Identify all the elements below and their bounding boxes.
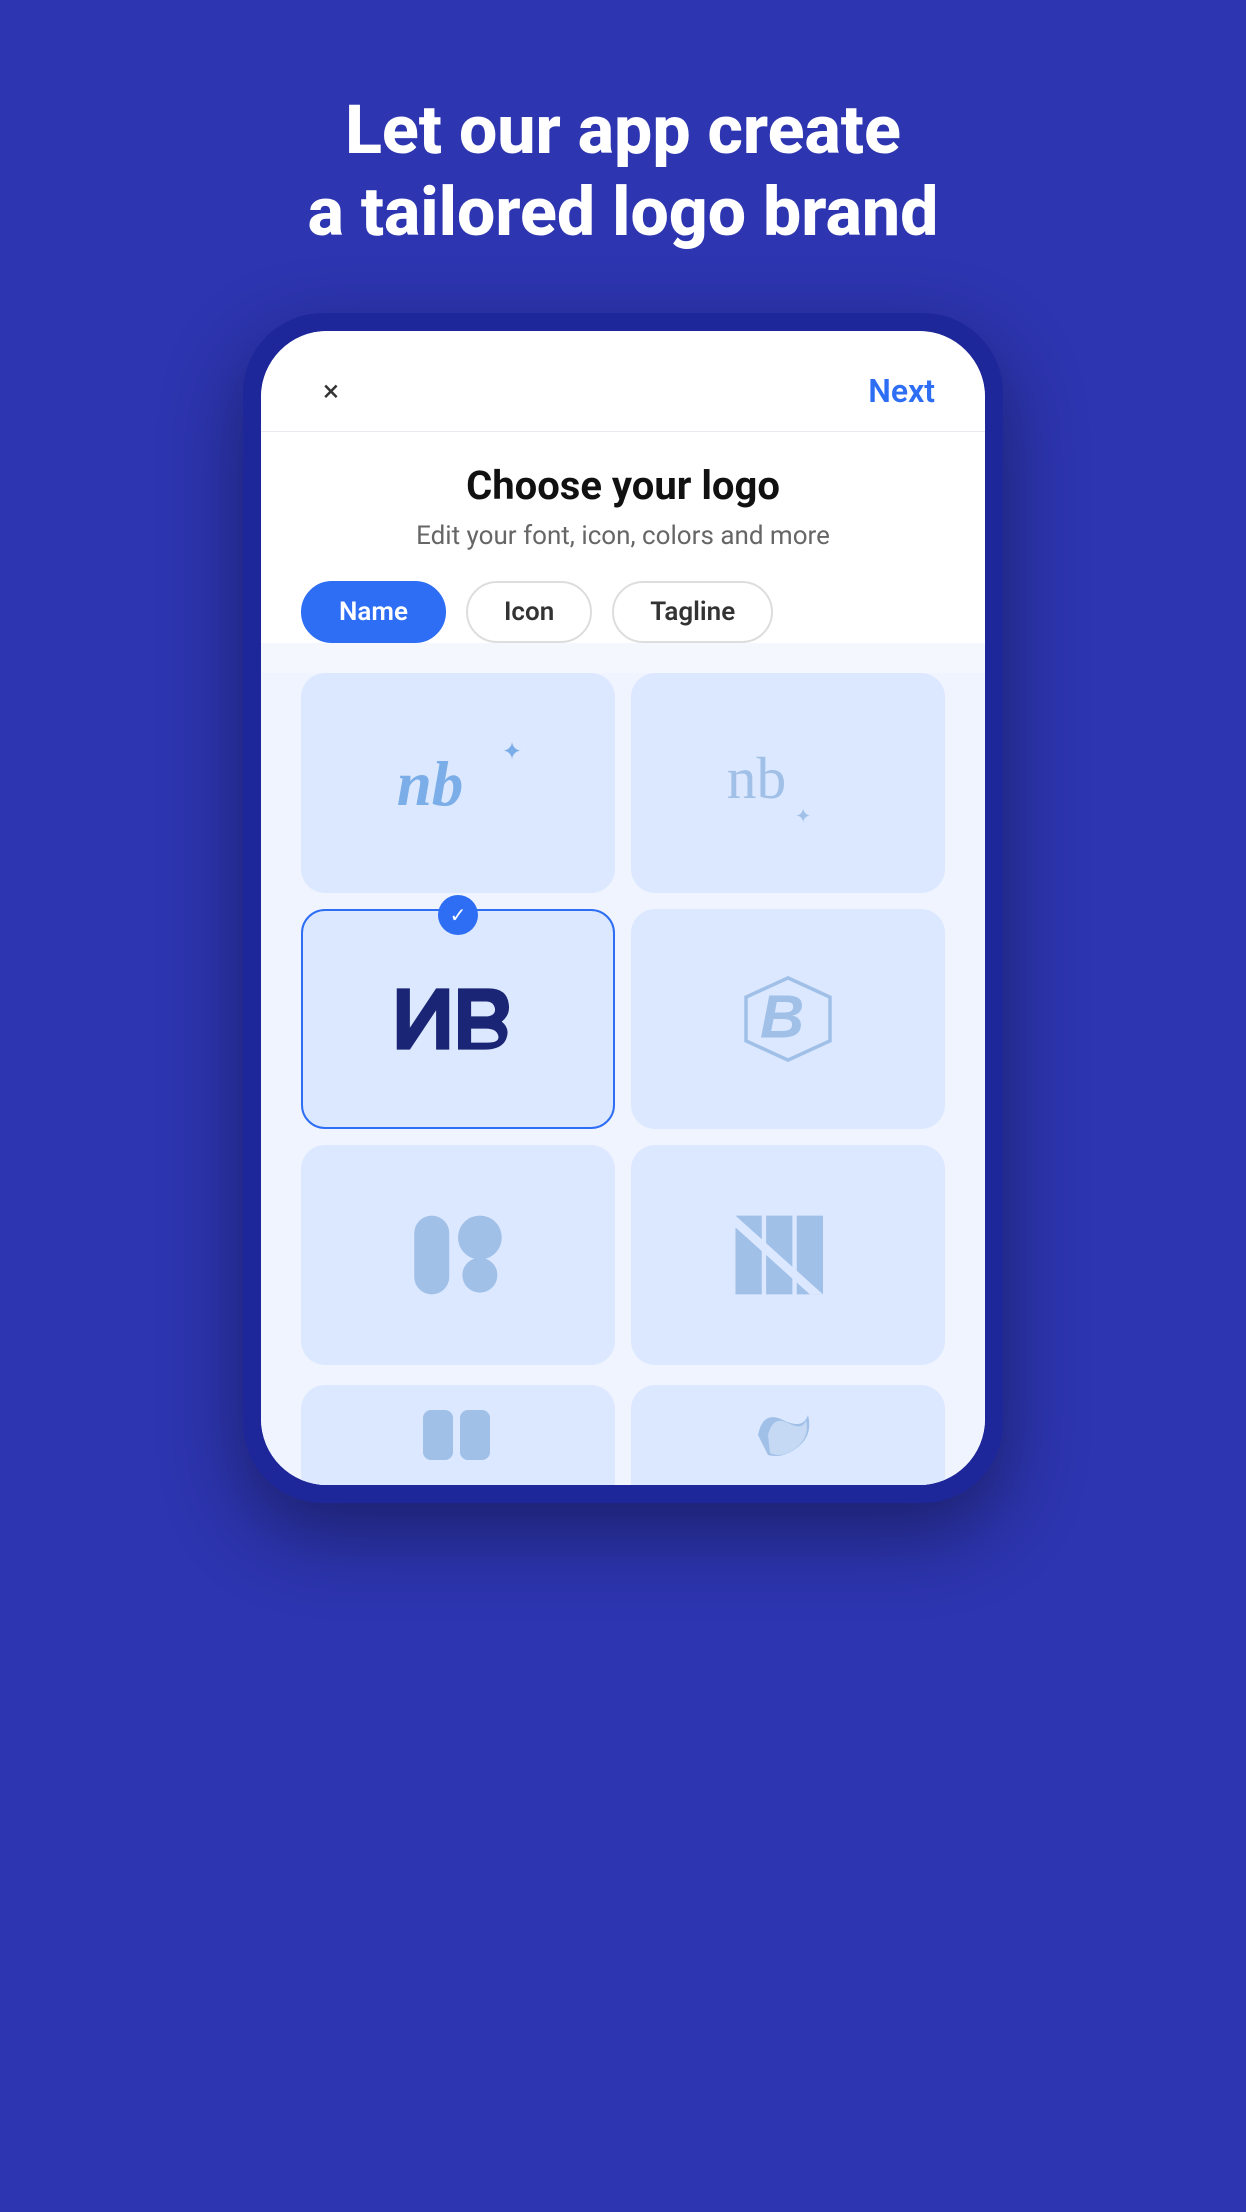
logo-svg-7 [418,1405,498,1465]
logo-svg-6 [718,1205,858,1305]
phone-screen: × Next Choose your logo Edit your font, … [261,331,985,1485]
page-title: Let our app create a tailored logo brand [208,90,1039,253]
tab-tagline[interactable]: Tagline [612,581,773,643]
logo-card-3[interactable]: ✓ [301,909,615,1129]
svg-text:nb: nb [727,745,787,811]
logo-card-2[interactable]: nb ✦ [631,673,945,893]
logo-card-8-partial[interactable] [631,1385,945,1485]
svg-text:B: B [760,983,804,1051]
phone-content: Choose your logo Edit your font, icon, c… [261,432,985,643]
next-button[interactable]: Next [868,372,935,410]
phone-frame: × Next Choose your logo Edit your font, … [243,313,1003,1503]
svg-text:✦: ✦ [795,807,811,828]
tab-name[interactable]: Name [301,581,446,643]
phone-header: × Next [261,331,985,432]
tab-icon[interactable]: Icon [466,581,592,643]
logo-grid: nb ✦ nb ✦ ✓ [301,673,945,1385]
svg-text:✦: ✦ [502,739,523,766]
screen-title: Choose your logo [301,462,945,509]
logo-svg-2: nb ✦ [718,733,858,833]
logo-svg-4: B [718,969,858,1069]
logo-grid-bottom [301,1385,945,1485]
logo-card-7-partial[interactable] [301,1385,615,1485]
logo-card-4[interactable]: B [631,909,945,1129]
logo-svg-1: nb ✦ [388,733,528,833]
close-button[interactable]: × [311,371,351,411]
logo-svg-8 [748,1405,828,1465]
logo-grid-wrapper: nb ✦ nb ✦ ✓ [261,673,985,1485]
logo-card-1[interactable]: nb ✦ [301,673,615,893]
logo-tabs: Name Icon Tagline [301,581,945,643]
logo-card-5[interactable] [301,1145,615,1365]
logo-svg-3 [388,969,528,1069]
selected-badge: ✓ [438,895,478,935]
svg-text:nb: nb [397,749,464,819]
logo-svg-5 [388,1205,528,1305]
logo-card-6[interactable] [631,1145,945,1365]
screen-subtitle: Edit your font, icon, colors and more [301,521,945,551]
